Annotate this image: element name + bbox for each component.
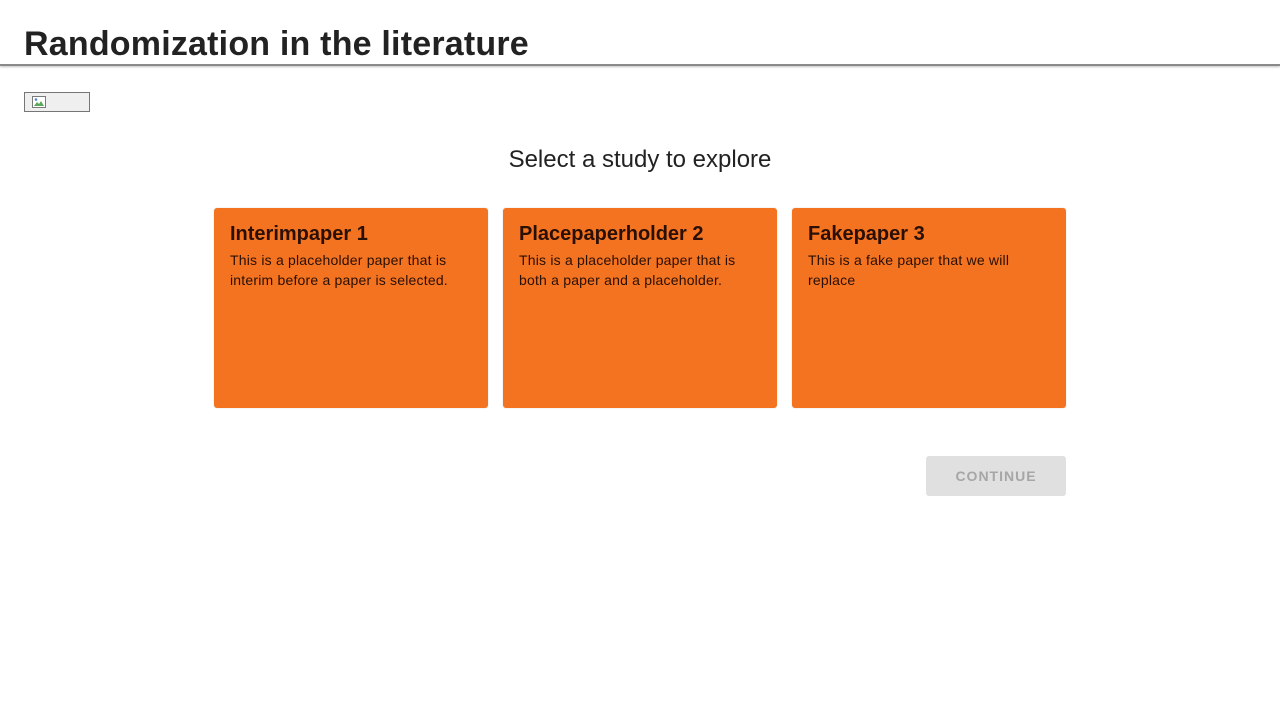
study-card-description: This is a placeholder paper that is inte…: [230, 252, 448, 288]
study-card-description: This is a fake paper that we will replac…: [808, 252, 1010, 288]
app-header: Randomization in the literature: [0, 0, 1280, 66]
study-card-description: This is a placeholder paper that is both…: [519, 252, 736, 288]
continue-button[interactable]: CONTINUE: [926, 456, 1066, 496]
study-card[interactable]: Interimpaper 1 This is a placeholder pap…: [214, 208, 488, 408]
study-card-list: Interimpaper 1 This is a placeholder pap…: [214, 208, 1066, 408]
study-card[interactable]: Placepaperholder 2 This is a placeholder…: [503, 208, 777, 408]
study-card-title: Interimpaper 1: [230, 223, 368, 245]
image-button[interactable]: [24, 92, 90, 112]
study-card-title: Fakepaper 3: [808, 223, 925, 245]
section-subtitle: Select a study to explore: [508, 146, 772, 173]
study-card-title: Placepaperholder 2: [519, 223, 704, 245]
study-card[interactable]: Fakepaper 3 This is a fake paper that we…: [792, 208, 1066, 408]
page-title: Randomization in the literature: [24, 25, 529, 63]
broken-image-icon: [32, 96, 46, 108]
